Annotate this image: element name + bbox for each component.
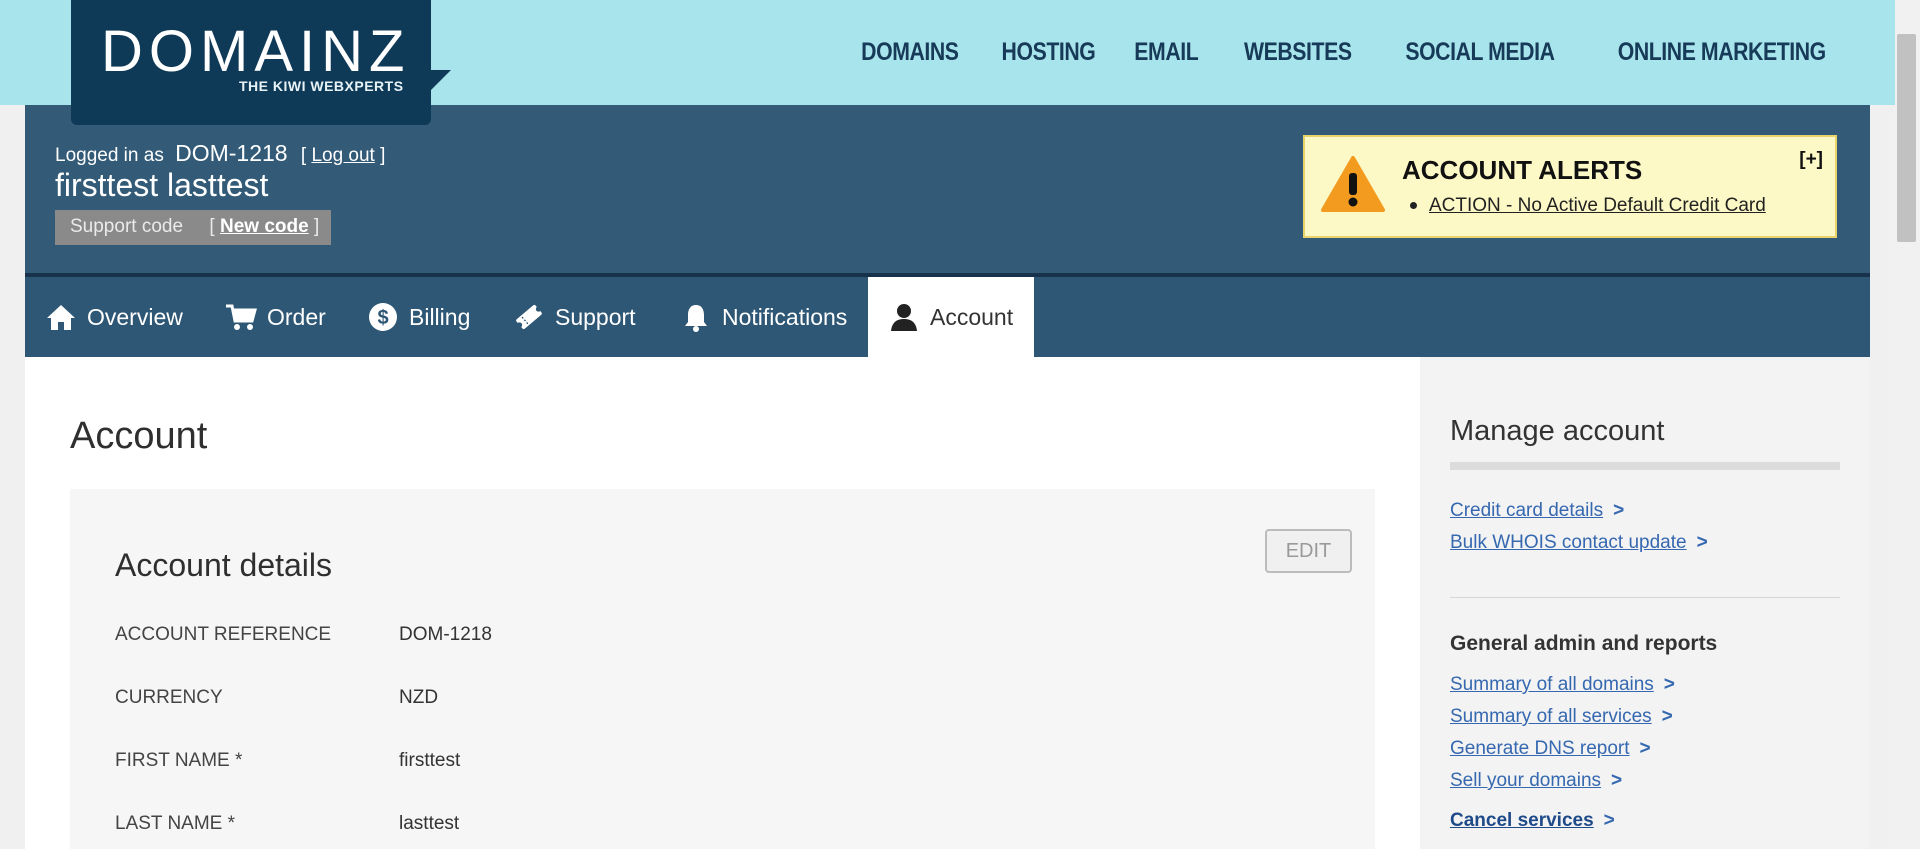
- sidebar-section-title: General admin and reports: [1450, 632, 1718, 655]
- detail-label: ACCOUNT REFERENCE: [115, 624, 332, 645]
- user-full-name: firsttest lasttest: [55, 167, 269, 203]
- chevron-right-icon: >: [1661, 706, 1673, 727]
- sidebar-divider: [1450, 597, 1840, 598]
- nav-email[interactable]: EMAIL: [1134, 38, 1198, 67]
- home-icon: [45, 301, 77, 333]
- login-status: Logged in as DOM-1218 [ Log out ]: [55, 140, 386, 166]
- brand-tagline: THE KIWI WEBXPERTS: [239, 78, 404, 94]
- detail-value: DOM-1218: [399, 624, 492, 645]
- cart-icon: [225, 301, 257, 333]
- main-content: Account Account details EDIT ACCOUNT REF…: [25, 357, 1420, 849]
- brand-logo[interactable]: DOMAINZ THE KIWI WEBXPERTS: [71, 0, 451, 125]
- tab-support[interactable]: Support: [513, 277, 636, 357]
- chevron-right-icon: >: [1696, 532, 1708, 553]
- alert-link-credit-card[interactable]: ACTION - No Active Default Credit Card: [1429, 195, 1766, 216]
- logged-in-label: Logged in as: [55, 145, 164, 166]
- chevron-right-icon: >: [1613, 500, 1625, 521]
- sidebar-link-sell-domains[interactable]: Sell your domains >: [1450, 770, 1622, 792]
- tab-order[interactable]: Order: [225, 277, 326, 357]
- tab-account[interactable]: Account: [868, 277, 1034, 357]
- support-code-box: Support code [ New code ]: [55, 210, 331, 245]
- chevron-right-icon: >: [1663, 674, 1675, 695]
- nav-domains[interactable]: DOMAINS: [861, 38, 959, 67]
- main-tabs: Overview Order $ Billing Support Notific…: [25, 277, 1870, 357]
- ticket-icon: [513, 301, 545, 333]
- tab-overview[interactable]: Overview: [45, 277, 183, 357]
- chevron-right-icon: >: [1611, 770, 1623, 791]
- nav-hosting[interactable]: HOSTING: [1002, 38, 1096, 67]
- detail-label: LAST NAME *: [115, 813, 236, 834]
- user-icon: [888, 301, 920, 333]
- account-details-card: Account details EDIT ACCOUNT REFERENCE D…: [70, 489, 1375, 849]
- sidebar-link-dns-report[interactable]: Generate DNS report >: [1450, 738, 1651, 760]
- nav-social-media[interactable]: SOCIAL MEDIA: [1405, 38, 1555, 67]
- sidebar-link-summary-services[interactable]: Summary of all services >: [1450, 706, 1673, 728]
- tab-account-label: Account: [930, 303, 1014, 330]
- page-title: Account: [70, 415, 208, 457]
- tab-support-label: Support: [555, 303, 636, 330]
- account-header: Logged in as DOM-1218 [ Log out ] firstt…: [25, 105, 1870, 277]
- dollar-icon: $: [367, 301, 399, 333]
- nav-online-marketing[interactable]: ONLINE MARKETING: [1618, 38, 1826, 67]
- chevron-right-icon: >: [1603, 810, 1615, 831]
- detail-value: firsttest: [399, 750, 461, 771]
- logout-link[interactable]: Log out: [311, 145, 374, 166]
- page-margin-right: [1870, 105, 1895, 849]
- detail-label: CURRENCY: [115, 687, 223, 708]
- page-margin-left: [0, 105, 25, 849]
- bell-icon: [680, 301, 712, 333]
- tab-notifications-label: Notifications: [722, 303, 848, 330]
- nav-websites[interactable]: WEBSITES: [1244, 38, 1352, 67]
- detail-label: FIRST NAME *: [115, 750, 243, 771]
- sidebar-title: Manage account: [1450, 415, 1665, 447]
- svg-text:$: $: [377, 307, 388, 329]
- warning-icon: [1321, 156, 1385, 212]
- account-alerts-panel: ACCOUNT ALERTS [+] ACTION - No Active De…: [1303, 135, 1837, 238]
- brand-name: DOMAINZ: [101, 19, 411, 84]
- card-title: Account details: [115, 547, 333, 583]
- alerts-expand-toggle[interactable]: [+]: [1799, 149, 1823, 171]
- sidebar-link-summary-domains[interactable]: Summary of all domains >: [1450, 674, 1675, 696]
- sidebar-link-cancel-services[interactable]: Cancel services >: [1450, 810, 1615, 832]
- tab-order-label: Order: [267, 303, 326, 330]
- tab-billing-label: Billing: [409, 303, 471, 330]
- detail-value: NZD: [399, 687, 439, 708]
- top-navigation: DOMAINS HOSTING EMAIL WEBSITES SOCIAL ME…: [844, 38, 1826, 67]
- alerts-title: ACCOUNT ALERTS: [1402, 155, 1643, 185]
- bullet-icon: [1410, 202, 1417, 210]
- support-code-label: Support code: [70, 216, 184, 237]
- detail-value: lasttest: [399, 813, 460, 834]
- tab-billing[interactable]: $ Billing: [367, 277, 470, 357]
- chevron-right-icon: >: [1639, 738, 1651, 759]
- manage-account-sidebar: Manage account Credit card details > Bulk…: [1420, 357, 1870, 849]
- sidebar-link-credit-card[interactable]: Credit card details >: [1450, 500, 1624, 522]
- new-code-link[interactable]: New code: [220, 216, 309, 237]
- alert-item: ACTION - No Active Default Credit Card: [1410, 195, 1766, 217]
- sidebar-rule: [1450, 462, 1840, 470]
- edit-button[interactable]: EDIT: [1265, 529, 1352, 573]
- sidebar-link-bulk-whois[interactable]: Bulk WHOIS contact update >: [1450, 532, 1708, 554]
- tab-overview-label: Overview: [87, 303, 183, 330]
- account-id: DOM-1218: [175, 140, 288, 166]
- scrollbar-thumb[interactable]: [1897, 34, 1916, 242]
- tab-notifications[interactable]: Notifications: [680, 277, 847, 357]
